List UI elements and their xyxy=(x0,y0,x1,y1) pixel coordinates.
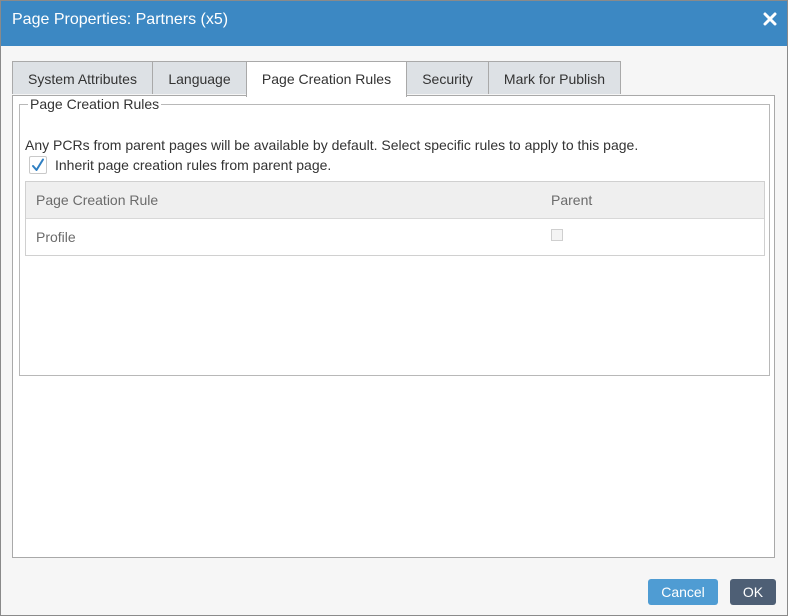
rules-grid: Page Creation Rule Parent Profile xyxy=(25,181,765,256)
group-legend: Page Creation Rules xyxy=(30,96,160,112)
inherit-row: Inherit page creation rules from parent … xyxy=(29,154,331,176)
column-header-rule[interactable]: Page Creation Rule xyxy=(36,192,158,208)
table-row[interactable]: Profile xyxy=(26,219,764,255)
tab-page-creation-rules[interactable]: Page Creation Rules xyxy=(246,61,407,97)
dialog-body: System Attributes Language Page Creation… xyxy=(12,61,775,558)
tab-language[interactable]: Language xyxy=(152,61,247,94)
inherit-label: Inherit page creation rules from parent … xyxy=(55,157,332,173)
tab-security[interactable]: Security xyxy=(406,61,489,94)
grid-header: Page Creation Rule Parent xyxy=(26,182,764,219)
cancel-button[interactable]: Cancel xyxy=(648,579,718,605)
column-header-parent[interactable]: Parent xyxy=(551,192,592,208)
dialog-titlebar: Page Properties: Partners (x5) xyxy=(1,1,787,46)
group-description: Any PCRs from parent pages will be avail… xyxy=(25,137,639,153)
inherit-checkbox[interactable] xyxy=(29,156,47,174)
page-creation-rules-group: Page Creation Rules Any PCRs from parent… xyxy=(19,96,770,376)
page-properties-dialog: Page Properties: Partners (x5) System At… xyxy=(0,0,788,616)
tab-mark-for-publish[interactable]: Mark for Publish xyxy=(488,61,621,94)
tab-panel: Page Creation Rules Any PCRs from parent… xyxy=(12,95,775,558)
parent-checkbox xyxy=(551,229,563,241)
close-icon[interactable] xyxy=(763,12,777,26)
checkmark-icon xyxy=(32,158,44,171)
dialog-title: Page Properties: Partners (x5) xyxy=(12,11,229,28)
rule-name-cell: Profile xyxy=(36,229,76,245)
ok-button[interactable]: OK xyxy=(730,579,776,605)
tab-strip: System Attributes Language Page Creation… xyxy=(12,61,775,97)
tab-system-attributes[interactable]: System Attributes xyxy=(12,61,153,94)
